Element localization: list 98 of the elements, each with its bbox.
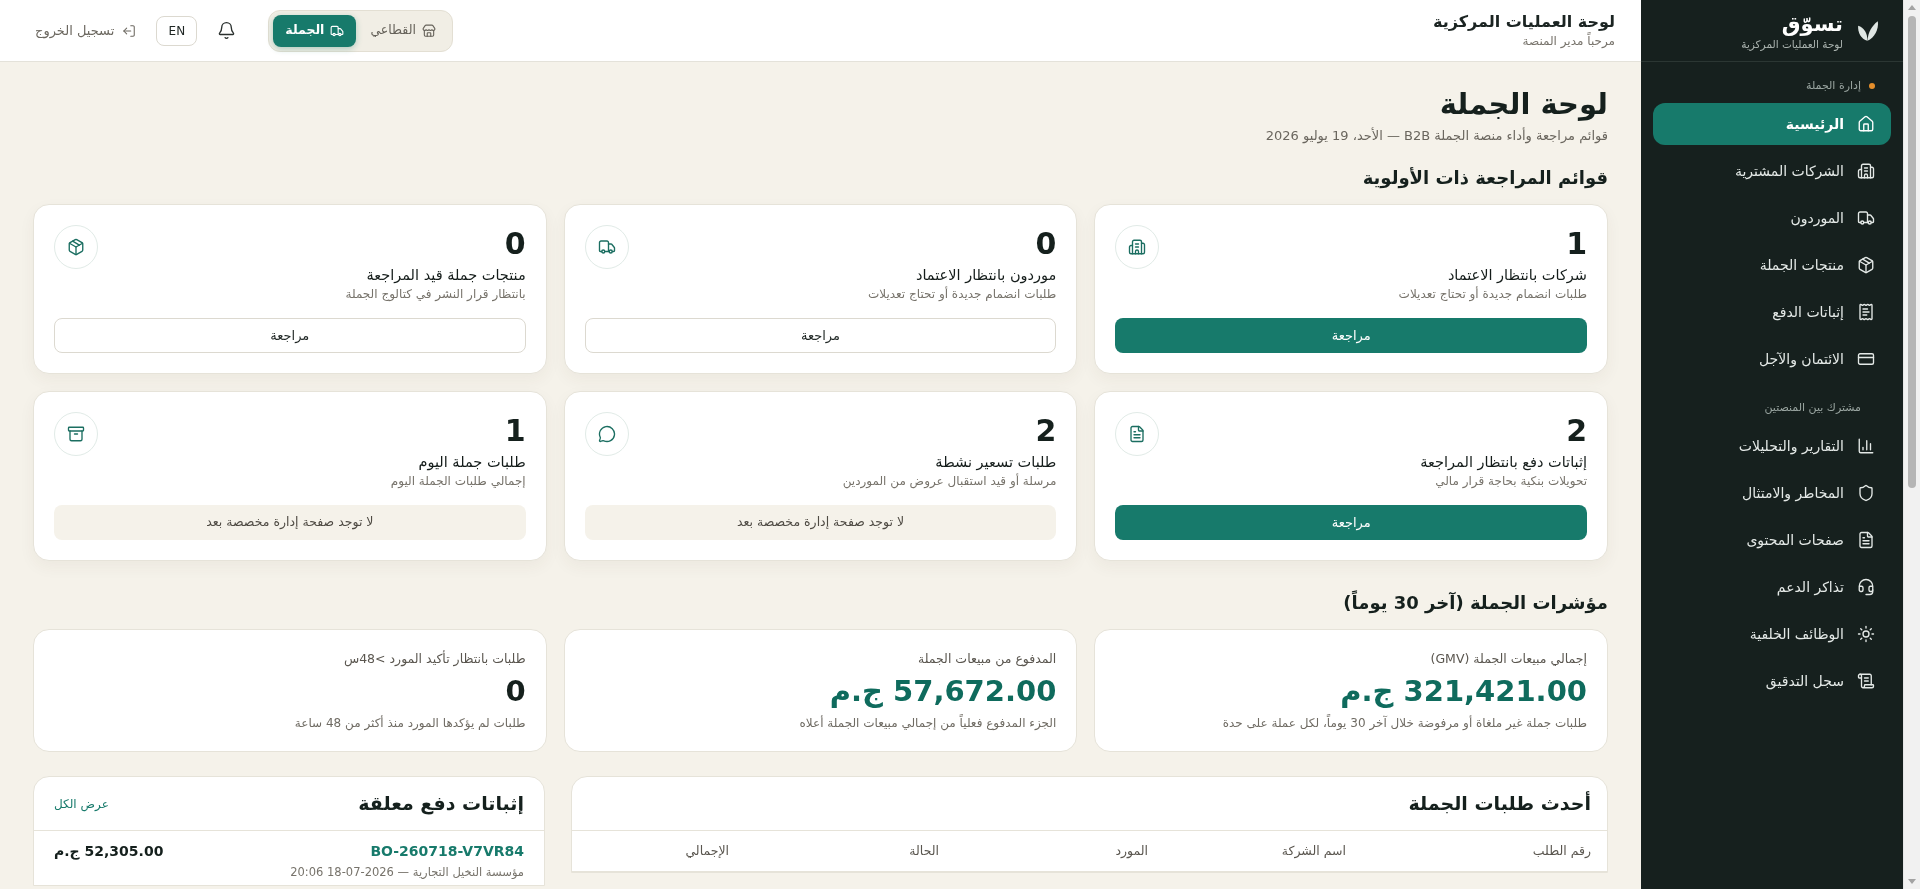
review-button[interactable]: مراجعة (1115, 318, 1587, 353)
queue-title: طلبات تسعير نشطة (935, 453, 1057, 472)
column-header: المورد (1114, 842, 1148, 861)
sidebar-item[interactable]: تذاكر الدعم (1653, 566, 1891, 608)
notifications-button[interactable] (217, 21, 237, 40)
queue-subtitle: مرسلة أو قيد استقبال عروض من الموردين (842, 472, 1057, 491)
brand-subtitle: لوحة العمليات المركزية (1741, 36, 1843, 51)
building-icon (1115, 225, 1160, 269)
document-icon (1857, 531, 1875, 549)
sidebar-item[interactable]: المخاطر والامتثال (1653, 472, 1891, 514)
queue-title: طلبات جملة اليوم (418, 453, 526, 472)
kpi-value: 0 (505, 673, 526, 709)
sidebar-item[interactable]: الموردون (1653, 197, 1891, 239)
kpi-note: الجزء المدفوع فعلياً من إجمالي مبيعات الجملة أعلاه (799, 713, 1057, 733)
building-icon (1857, 162, 1875, 180)
language-button[interactable]: EN (156, 15, 198, 46)
scroll-down-arrow-icon[interactable] (1908, 879, 1916, 884)
section-heading: قوائم المراجعة ذات الأولوية (1361, 166, 1608, 191)
brand-name: تسوّق (1780, 10, 1843, 37)
scroll-up-arrow-icon[interactable] (1908, 5, 1916, 10)
scrollbar-thumb[interactable] (1908, 16, 1916, 488)
leaf-logo-icon (1857, 19, 1879, 42)
queue-title: موردون بانتظار الاعتماد (916, 266, 1057, 285)
sidebar-item[interactable]: الرئيسية (1653, 103, 1891, 145)
sidebar-item[interactable]: منتجات الجملة (1653, 244, 1891, 286)
page-subtitle: قوائم مراجعة وأداء منصة الجملة B2B — الأحد، 19 يوليو 2026 (1264, 126, 1608, 146)
queue-count: 1 (504, 415, 526, 447)
kpi-label: المدفوع من مبيعات الجملة (918, 650, 1057, 669)
queue-subtitle: طلبات انضمام جديدة أو تحتاج تعديلات (1398, 285, 1587, 304)
queue-count: 0 (1035, 228, 1057, 260)
queue-count: 1 (1566, 228, 1587, 260)
home-icon (1857, 115, 1875, 133)
queue-subtitle: تحويلات بنكية بحاجة قرار مالي (1435, 473, 1587, 490)
sidebar-item[interactable]: إثباتات الدفع (1653, 291, 1891, 333)
sidebar-item[interactable]: الشركات المشترية (1653, 150, 1891, 192)
section-label: مشترك بين المنصتين (1764, 399, 1861, 416)
shield-icon (1857, 484, 1875, 502)
column-header: الإجمالي (684, 842, 729, 860)
payment-details: مؤسسة النخيل التجارية — 2026-07-18 20:06 (289, 864, 524, 881)
bar-chart-icon (1857, 437, 1875, 455)
queue-subtitle: إجمالي طلبات الجملة اليوم (390, 473, 526, 490)
kpi-label: إجمالي مبيعات الجملة (GMV) (1430, 650, 1587, 668)
review-button[interactable]: مراجعة (1115, 505, 1587, 540)
chat-bubble-icon (584, 412, 629, 456)
store-icon (421, 23, 436, 38)
logout-icon (122, 23, 137, 38)
view-all-link[interactable]: عرض الكل (54, 794, 109, 813)
queue-count: 0 (504, 228, 526, 260)
sidebar-item[interactable]: الائتمان والآجل (1653, 338, 1891, 380)
queue-count: 2 (1035, 415, 1057, 447)
truck-icon (584, 225, 629, 269)
sun-icon (1857, 625, 1875, 643)
mode-tab[interactable]: القطاعي (358, 14, 448, 47)
section-heading: مؤشرات الجملة (آخر 30 يوماً) (1342, 589, 1608, 616)
truck-icon (330, 23, 345, 38)
page-title: لوحة الجملة (1438, 86, 1608, 122)
receipt-icon (1857, 303, 1875, 321)
column-header: اسم الشركة (1280, 842, 1346, 861)
credit-card-icon (1857, 350, 1875, 368)
queue-subtitle: طلبات انضمام جديدة أو تحتاج تعديلات (867, 285, 1057, 303)
truck-icon (1857, 209, 1875, 227)
header-subtitle: مرحباً مدير المنصة (1521, 33, 1615, 50)
panel-title: أحدث طلبات الجملة (1408, 790, 1591, 817)
panel-title: إثباتات دفع معلقة (358, 791, 524, 817)
section-label: إدارة الجملة (1806, 77, 1861, 94)
kpi-value: 321,421.00 ج.م (1340, 673, 1587, 709)
review-button[interactable]: مراجعة (584, 318, 1057, 353)
sidebar-item[interactable]: الوظائف الخلفية (1653, 613, 1891, 655)
queue-count: 2 (1566, 415, 1587, 447)
bell-icon (217, 21, 237, 40)
kpi-value: 57,672.00 ج.م (829, 673, 1057, 709)
package-icon (1857, 256, 1875, 274)
unavailable-notice: لا توجد صفحة إدارة مخصصة بعد (54, 505, 526, 540)
header-title: لوحة العمليات المركزية (1433, 11, 1615, 32)
scrollbar-track[interactable] (1903, 0, 1920, 889)
sidebar-item[interactable]: التقارير والتحليلات (1653, 425, 1891, 467)
kpi-note: طلبات لم يؤكدها المورد منذ أكثر من 48 ساعة (294, 714, 526, 733)
sidebar-item[interactable]: صفحات المحتوى (1653, 519, 1891, 561)
column-header: رقم الطلب (1531, 842, 1591, 860)
kpi-label: طلبات بانتظار تأكيد المورد >48س (343, 649, 526, 669)
scroll-icon (1857, 672, 1875, 690)
mode-tab[interactable]: الجملة (273, 14, 357, 47)
unavailable-notice: لا توجد صفحة إدارة مخصصة بعد (584, 505, 1057, 540)
sidebar-item[interactable]: سجل التدقيق (1653, 660, 1891, 702)
payment-reference-link[interactable]: BO-260718-V7VR84 (370, 841, 524, 861)
package-icon (54, 225, 98, 269)
payment-amount: 52,305.00 ج.م (54, 842, 164, 861)
logout-button[interactable]: تسجيل الخروج (35, 20, 137, 41)
column-header: الحالة (908, 842, 939, 860)
queue-title: منتجات جملة قيد المراجعة (366, 266, 526, 285)
review-button[interactable]: مراجعة (54, 318, 526, 353)
queue-title: شركات بانتظار الاعتماد (1447, 266, 1587, 285)
queue-title: إثباتات دفع بانتظار المراجعة (1420, 453, 1587, 472)
archive-icon (54, 412, 98, 456)
document-icon (1115, 412, 1160, 456)
queue-subtitle: بانتظار قرار النشر في كتالوج الجملة (345, 286, 526, 304)
headset-icon (1857, 578, 1875, 596)
kpi-note: طلبات جملة غير ملغاة أو مرفوضة خلال آخر 30 يوماً، لكل عملة على حدة (1222, 713, 1587, 733)
